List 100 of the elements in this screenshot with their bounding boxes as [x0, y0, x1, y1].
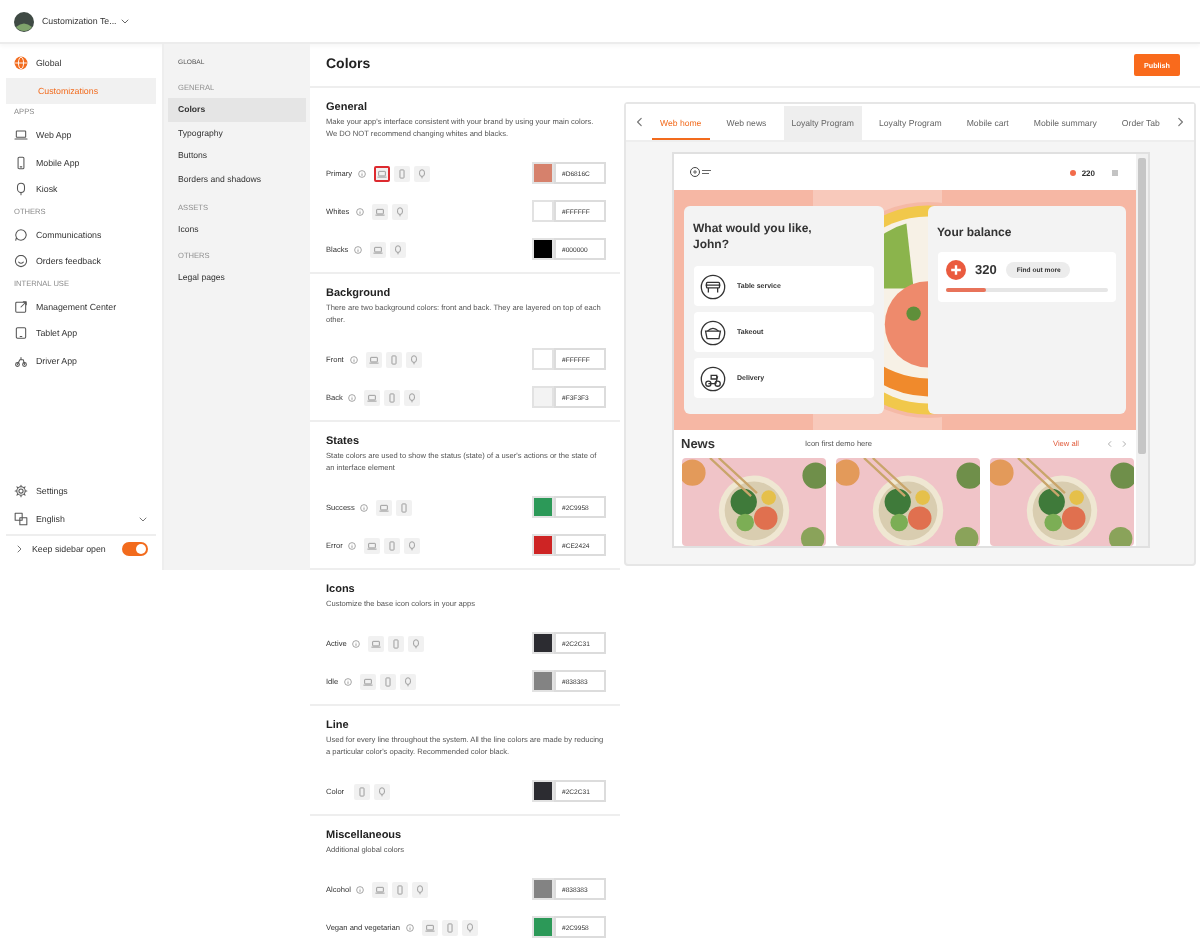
kiosk-icon: [407, 353, 420, 365]
menu-icon[interactable]: [1109, 167, 1119, 177]
laptop-icon: [366, 391, 379, 403]
device-toggle[interactable]: [370, 241, 387, 257]
device-toggle[interactable]: [368, 635, 385, 651]
color-swatch[interactable]: [532, 238, 554, 260]
kiosk-icon: [406, 391, 419, 403]
settings-icon: [14, 484, 28, 499]
laptop-icon: [378, 501, 391, 513]
phone-icon: [386, 391, 399, 403]
device-toggle[interactable]: [441, 919, 458, 935]
chevron-left-icon: [634, 116, 646, 128]
kiosk-icon: [392, 243, 405, 255]
device-toggle[interactable]: [380, 673, 397, 689]
laptop-icon: [376, 167, 389, 179]
color-swatch[interactable]: [532, 534, 554, 556]
device-toggle[interactable]: [384, 389, 401, 405]
device-toggle[interactable]: [461, 919, 478, 935]
device-toggle[interactable]: [404, 537, 421, 553]
kiosk-icon: [406, 539, 419, 551]
color-swatch[interactable]: [532, 878, 554, 900]
device-toggle[interactable]: [394, 165, 411, 181]
phone-icon: [443, 921, 456, 933]
language-icon: [14, 511, 28, 526]
kiosk-icon: [463, 921, 476, 933]
device-toggle[interactable]: [391, 203, 408, 219]
scooter-icon: [699, 365, 725, 391]
laptop-icon: [372, 243, 385, 255]
device-toggle[interactable]: [388, 635, 405, 651]
device-toggle[interactable]: [412, 881, 429, 897]
device-toggle[interactable]: [372, 881, 389, 897]
globe-icon: [14, 56, 28, 71]
phone-icon: [396, 167, 409, 179]
device-toggle[interactable]: [374, 165, 391, 181]
phone-icon: [398, 501, 411, 513]
laptop-icon: [423, 921, 436, 933]
laptop-icon: [367, 353, 380, 365]
laptop-icon: [362, 675, 375, 687]
device-toggle[interactable]: [364, 537, 381, 553]
laptop-icon: [366, 539, 379, 551]
laptop-icon: [14, 128, 28, 143]
phone-icon: [390, 637, 403, 649]
laptop-icon: [374, 883, 387, 895]
device-toggle[interactable]: [365, 351, 382, 367]
color-swatch[interactable]: [532, 162, 554, 184]
table-icon: [699, 273, 725, 299]
color-swatch[interactable]: [532, 916, 554, 938]
device-toggle[interactable]: [385, 351, 402, 367]
kiosk-icon: [410, 637, 423, 649]
color-swatch[interactable]: [532, 496, 554, 518]
kiosk-icon: [14, 182, 28, 197]
kiosk-icon: [376, 785, 389, 797]
chevron-icon: [138, 513, 148, 524]
device-toggle[interactable]: [404, 389, 421, 405]
device-toggle[interactable]: [396, 499, 413, 515]
device-toggle[interactable]: [414, 165, 431, 181]
device-toggle[interactable]: [376, 499, 393, 515]
device-toggle[interactable]: [354, 783, 371, 799]
color-swatch[interactable]: [532, 632, 554, 654]
laptop-icon: [370, 637, 383, 649]
workspace-logo: [14, 11, 34, 31]
toggle-switch[interactable]: [122, 541, 148, 555]
kiosk-icon: [416, 167, 429, 179]
smiley-icon: [14, 254, 28, 269]
tablet-icon: [14, 326, 28, 341]
phone-icon: [382, 675, 395, 687]
kiosk-icon: [393, 205, 406, 217]
device-toggle[interactable]: [360, 673, 377, 689]
chat-icon: [14, 227, 28, 242]
phone-icon: [387, 353, 400, 365]
device-toggle[interactable]: [374, 783, 391, 799]
device-toggle[interactable]: [364, 389, 381, 405]
color-swatch[interactable]: [532, 200, 554, 222]
chevron-icon: [14, 543, 24, 553]
plus-icon: [945, 260, 965, 280]
scooter-icon: [14, 353, 28, 368]
device-toggle[interactable]: [384, 537, 401, 553]
device-toggle[interactable]: [392, 881, 409, 897]
points-icon: [1069, 169, 1076, 175]
color-swatch[interactable]: [532, 348, 554, 370]
device-toggle[interactable]: [371, 203, 388, 219]
device-toggle[interactable]: [408, 635, 425, 651]
chevron-icon: [120, 16, 131, 26]
laptop-icon: [373, 205, 386, 217]
chevron-right-icon: [1174, 116, 1186, 128]
kiosk-icon: [414, 883, 427, 895]
external-link-icon: [14, 299, 28, 314]
device-toggle[interactable]: [405, 351, 422, 367]
phone-icon: [394, 883, 407, 895]
takeout-icon: [699, 319, 725, 345]
device-toggle[interactable]: [421, 919, 438, 935]
device-toggle[interactable]: [400, 673, 417, 689]
color-swatch[interactable]: [532, 386, 554, 408]
color-swatch[interactable]: [532, 780, 554, 802]
color-swatch[interactable]: [532, 670, 554, 692]
logo-icon: [689, 166, 713, 178]
phone-icon: [14, 155, 28, 170]
kiosk-icon: [402, 675, 415, 687]
device-toggle[interactable]: [390, 241, 407, 257]
phone-icon: [356, 785, 369, 797]
